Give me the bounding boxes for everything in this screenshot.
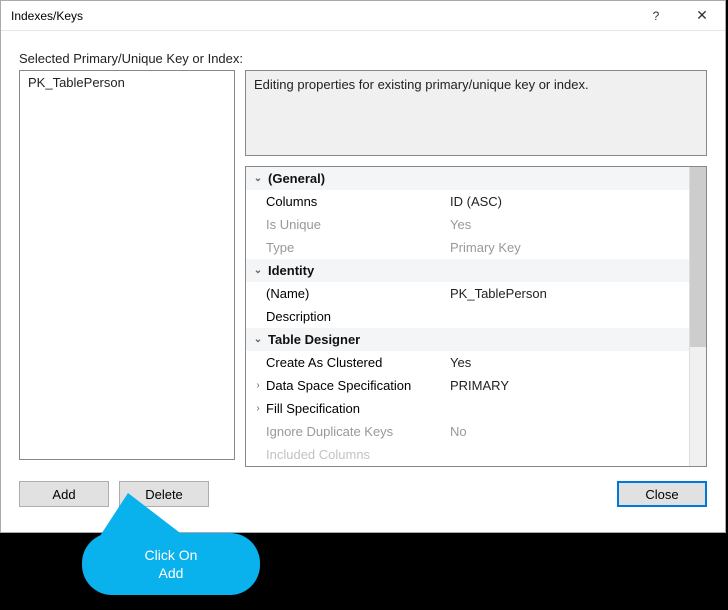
property-grid[interactable]: ⌄ (General) Columns ID (ASC) Is Unique <box>245 166 707 467</box>
index-listbox[interactable]: PK_TablePerson <box>19 70 235 460</box>
group-label: Table Designer <box>266 332 450 347</box>
title-bar: Indexes/Keys ? ✕ <box>1 1 725 31</box>
add-button[interactable]: Add <box>19 481 109 507</box>
prop-fill-spec[interactable]: › Fill Specification <box>246 397 689 420</box>
callout-bubble: Click On Add <box>82 533 260 595</box>
chevron-down-icon[interactable]: ⌄ <box>250 173 266 184</box>
group-identity[interactable]: ⌄ Identity <box>246 259 689 282</box>
prop-name-row[interactable]: (Name) PK_TablePerson <box>246 282 689 305</box>
right-column: Editing properties for existing primary/… <box>245 70 707 467</box>
group-label: (General) <box>266 171 450 186</box>
group-label: Identity <box>266 263 450 278</box>
prop-name: Included Columns <box>266 447 450 462</box>
delete-button[interactable]: Delete <box>119 481 209 507</box>
prop-value: Primary Key <box>450 240 683 255</box>
prop-name: Ignore Duplicate Keys <box>266 424 450 439</box>
chevron-right-icon[interactable]: › <box>250 403 266 414</box>
prop-value: Yes <box>450 217 683 232</box>
chevron-down-icon[interactable]: ⌄ <box>250 265 266 276</box>
prop-ignore-dup-keys: Ignore Duplicate Keys No <box>246 420 689 443</box>
vertical-scrollbar[interactable] <box>689 167 706 466</box>
list-item[interactable]: PK_TablePerson <box>20 71 234 94</box>
chevron-right-icon[interactable]: › <box>250 380 266 391</box>
help-button[interactable]: ? <box>633 1 679 31</box>
upper-panels: PK_TablePerson Editing properties for ex… <box>19 70 707 467</box>
prop-name: Data Space Specification <box>266 378 450 393</box>
group-table-designer[interactable]: ⌄ Table Designer <box>246 328 689 351</box>
prop-data-space-spec[interactable]: › Data Space Specification PRIMARY <box>246 374 689 397</box>
prop-description[interactable]: Description <box>246 305 689 328</box>
prop-is-unique: Is Unique Yes <box>246 213 689 236</box>
prop-name: Columns <box>266 194 450 209</box>
indexes-keys-dialog: Indexes/Keys ? ✕ Selected Primary/Unique… <box>0 0 726 533</box>
close-button[interactable]: Close <box>617 481 707 507</box>
group-general[interactable]: ⌄ (General) <box>246 167 689 190</box>
prop-value: Yes <box>450 355 683 370</box>
property-grid-body: ⌄ (General) Columns ID (ASC) Is Unique <box>246 167 689 466</box>
prop-included-columns: Included Columns <box>246 443 689 466</box>
close-window-button[interactable]: ✕ <box>679 1 725 31</box>
prop-name: (Name) <box>266 286 450 301</box>
dialog-content: Selected Primary/Unique Key or Index: PK… <box>1 31 725 521</box>
prop-columns[interactable]: Columns ID (ASC) <box>246 190 689 213</box>
chevron-down-icon[interactable]: ⌄ <box>250 334 266 345</box>
window-title: Indexes/Keys <box>11 9 633 23</box>
prop-name: Create As Clustered <box>266 355 450 370</box>
dialog-buttons: Add Delete Close <box>19 467 707 507</box>
prop-value: ID (ASC) <box>450 194 683 209</box>
prop-name: Type <box>266 240 450 255</box>
description-box: Editing properties for existing primary/… <box>245 70 707 156</box>
prop-name: Description <box>266 309 450 324</box>
prop-create-as-clustered[interactable]: Create As Clustered Yes <box>246 351 689 374</box>
prop-name: Fill Specification <box>266 401 450 416</box>
prop-value: No <box>450 424 683 439</box>
selected-index-label: Selected Primary/Unique Key or Index: <box>19 51 707 66</box>
prop-value: PK_TablePerson <box>450 286 683 301</box>
scrollbar-thumb[interactable] <box>690 167 706 347</box>
callout-text: Click On Add <box>145 546 198 582</box>
prop-type: Type Primary Key <box>246 236 689 259</box>
prop-name: Is Unique <box>266 217 450 232</box>
prop-value: PRIMARY <box>450 378 683 393</box>
